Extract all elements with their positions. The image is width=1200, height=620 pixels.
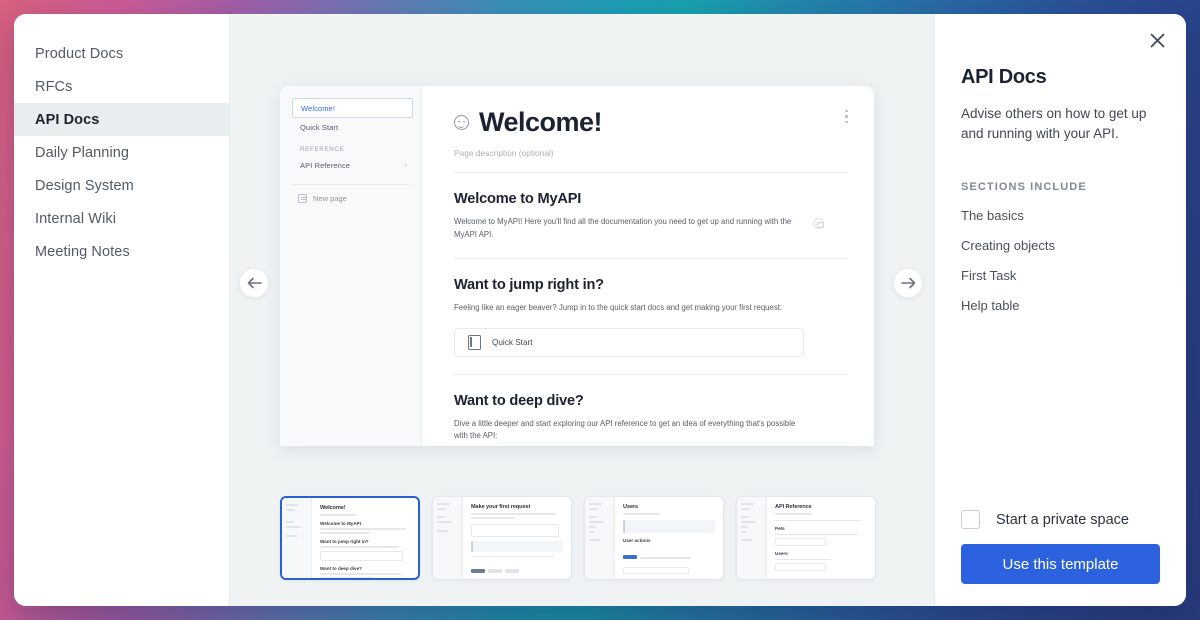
sections-include-caption: SECTIONS INCLUDE (961, 180, 1087, 193)
template-preview-area: Welcome! Quick Start REFERENCE API Refer… (230, 14, 934, 606)
smiley-face-icon (454, 115, 469, 130)
quick-start-card-label: Quick Start (492, 337, 533, 347)
section-item-creating-objects[interactable]: Creating objects (961, 238, 1160, 253)
next-page-button[interactable] (893, 268, 923, 298)
preview-nav-quick-start[interactable]: Quick Start (280, 118, 421, 136)
template-description: Advise others on how to get up and runni… (961, 106, 1147, 142)
sidebar-item-label: API Docs (35, 111, 100, 128)
template-category-sidebar: Product Docs RFCs API Docs Daily Plannin… (14, 14, 230, 606)
preview-nav-caption: REFERENCE (300, 146, 345, 153)
arrow-left-icon (247, 277, 262, 289)
sidebar-item-api-docs[interactable]: API Docs (14, 103, 229, 136)
divider (454, 172, 848, 173)
thumbnail-heading: Want to deep dive? (320, 565, 362, 571)
template-details-panel: API Docs Advise others on how to get up … (934, 14, 1186, 606)
sidebar-item-label: Product Docs (35, 45, 124, 62)
thumbnail-sidebar (282, 498, 312, 578)
thumbnail-heading: Want to jump right in? (320, 538, 369, 544)
preview-doc-description: Page description (optional) (454, 148, 554, 158)
sidebar-item-label: Internal Wiki (35, 210, 117, 227)
template-picker-modal: Product Docs RFCs API Docs Daily Plannin… (14, 14, 1186, 606)
thumbnail-title: Users (623, 504, 639, 510)
section-item-the-basics[interactable]: The basics (961, 208, 1160, 223)
use-this-template-button[interactable]: Use this template (961, 544, 1160, 584)
thumbnail-body: API Reference Pets Users (767, 497, 875, 579)
quick-start-card[interactable]: Quick Start (454, 327, 804, 357)
thumbnail-body: Users User actions (615, 497, 723, 579)
preview-section2-heading: Want to jump right in? (454, 276, 604, 293)
preview-doc-title-row: Welcome! (454, 107, 848, 138)
private-space-checkbox[interactable] (961, 510, 980, 529)
template-page-preview: Welcome! Quick Start REFERENCE API Refer… (280, 86, 874, 446)
thumbnail-title: Make your first request (471, 504, 531, 510)
arrow-right-icon (900, 277, 915, 289)
sidebar-item-label: Daily Planning (35, 144, 130, 161)
preview-mini-sidebar: Welcome! Quick Start REFERENCE API Refer… (280, 86, 422, 446)
page-title: API Docs (961, 66, 1047, 88)
thumbnail-body: Welcome! Welcome to MyAPI Want to jump r… (312, 498, 418, 578)
thumbnail-users[interactable]: Users User actions (584, 496, 724, 580)
new-page-icon (298, 194, 307, 203)
sidebar-item-label: RFCs (35, 78, 73, 95)
preview-new-page-label: New page (313, 194, 347, 203)
sidebar-item-label: Design System (35, 177, 134, 194)
more-options-icon[interactable] (845, 110, 848, 123)
thumbnail-make-your-first-request[interactable]: Make your first request (432, 496, 572, 580)
template-thumbnail-strip: Welcome! Welcome to MyAPI Want to jump r… (280, 496, 876, 580)
page-icon (468, 334, 481, 350)
sidebar-item-label: Meeting Notes (35, 243, 130, 260)
preview-section2-body: Feeling like an eager beaver? Jump in to… (454, 302, 783, 312)
thumbnail-sidebar (433, 497, 463, 579)
thumbnail-heading: User actions (623, 537, 651, 543)
preview-section3-body: Dive a little deeper and start exploring… (454, 418, 796, 441)
thumbnail-sidebar (737, 497, 767, 579)
thumbnail-api-reference[interactable]: API Reference Pets Users (736, 496, 876, 580)
preview-new-page-button[interactable]: New page (280, 185, 421, 203)
sidebar-item-internal-wiki[interactable]: Internal Wiki (14, 202, 229, 235)
sidebar-item-meeting-notes[interactable]: Meeting Notes (14, 235, 229, 268)
thumbnail-heading: Pets (775, 526, 785, 532)
previous-page-button[interactable] (239, 268, 269, 298)
preview-section3-heading: Want to deep dive? (454, 392, 584, 409)
sidebar-item-daily-planning[interactable]: Daily Planning (14, 136, 229, 169)
sidebar-item-rfcs[interactable]: RFCs (14, 70, 229, 103)
sidebar-item-product-docs[interactable]: Product Docs (14, 37, 229, 70)
thumbnail-heading: Users (775, 551, 788, 557)
thumbnail-title: Welcome! (320, 505, 346, 511)
section-item-help-table[interactable]: Help table (961, 298, 1160, 313)
comment-bubble-icon[interactable] (813, 218, 824, 229)
preview-section1-body: Welcome to MyAPI! Here you'll find all t… (454, 217, 792, 239)
thumbnail-sidebar (585, 497, 615, 579)
divider (454, 257, 848, 259)
preview-doc-title: Welcome! (479, 107, 603, 137)
preview-nav-welcome[interactable]: Welcome! (292, 98, 413, 118)
preview-nav-label: API Reference (300, 160, 351, 170)
sidebar-item-design-system[interactable]: Design System (14, 169, 229, 202)
close-icon[interactable] (1146, 29, 1168, 51)
thumbnail-body: Make your first request (463, 497, 571, 579)
thumbnail-welcome[interactable]: Welcome! Welcome to MyAPI Want to jump r… (280, 496, 420, 580)
private-space-label: Start a private space (996, 511, 1129, 528)
thumbnail-title: API Reference (775, 504, 812, 510)
preview-document-body: Welcome! Page description (optional) Wel… (422, 86, 874, 446)
divider (454, 373, 848, 375)
private-space-row: Start a private space (961, 510, 1160, 529)
section-item-first-task[interactable]: First Task (961, 268, 1160, 283)
preview-section1-heading: Welcome to MyAPI (454, 191, 582, 207)
thumbnail-heading: Welcome to MyAPI (320, 520, 362, 526)
chevron-right-icon: › (404, 161, 407, 169)
preview-nav-api-reference[interactable]: API Reference › (280, 156, 421, 174)
